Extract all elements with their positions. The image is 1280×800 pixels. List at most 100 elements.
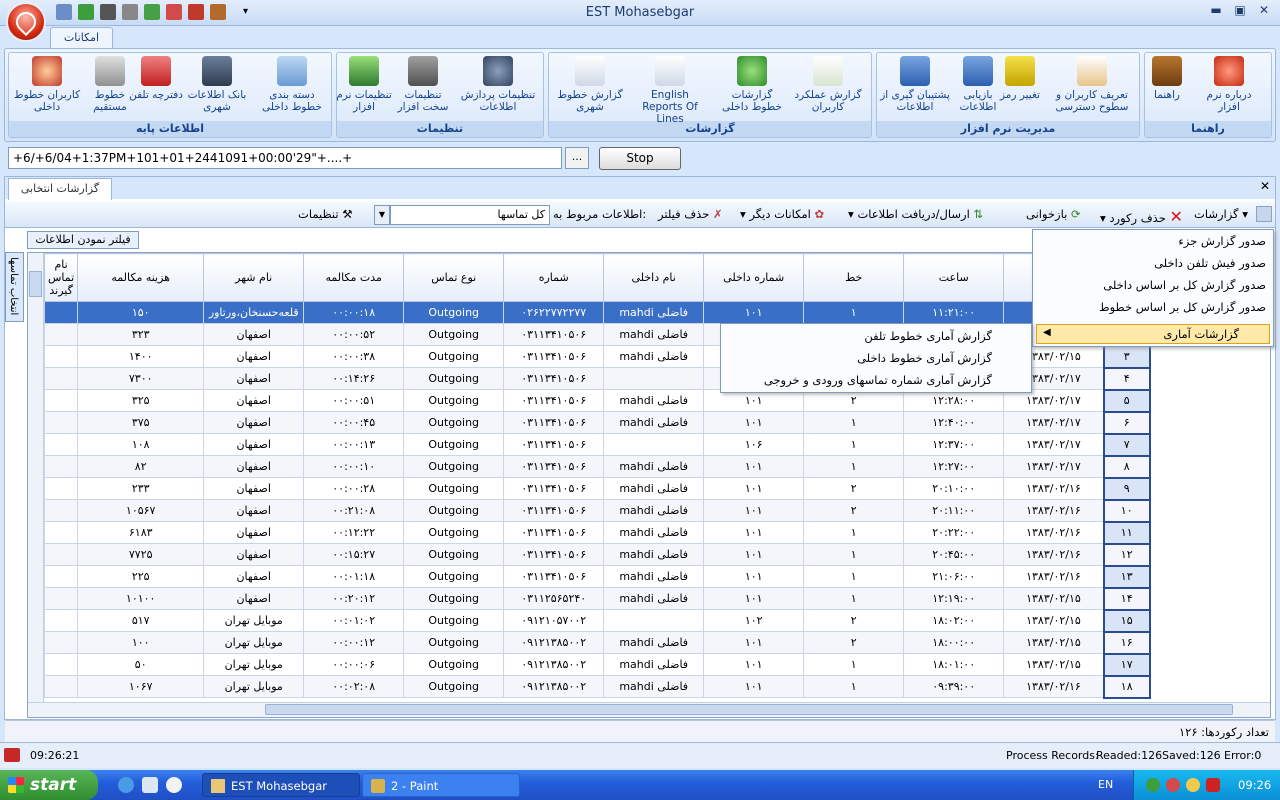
row-number[interactable]: ۱۳ xyxy=(1102,564,1151,589)
table-cell[interactable]: ۰۳۱۱۳۴۱۰۵۰۶ xyxy=(503,477,605,500)
tray-shield-icon[interactable] xyxy=(1206,778,1220,792)
table-cell[interactable]: Outgoing xyxy=(403,675,505,698)
column-header[interactable]: مدت مکالمه xyxy=(303,253,405,302)
table-cell[interactable]: ۱۲:۳۷:۰۰ xyxy=(903,433,1005,456)
column-header[interactable]: نام تماس گیرند xyxy=(43,253,79,302)
table-cell[interactable] xyxy=(43,609,79,632)
table-cell[interactable]: ۱ xyxy=(803,653,905,676)
table-cell[interactable]: Outgoing xyxy=(403,301,505,324)
more-features-button[interactable]: ▾ امکانات دیگر ✿ xyxy=(740,207,824,221)
row-number[interactable]: ۱۰ xyxy=(1102,498,1151,523)
table-cell[interactable]: ۰۰:۱۲:۲۲ xyxy=(303,521,405,544)
table-cell[interactable]: Outgoing xyxy=(403,411,505,434)
table-row[interactable]: ۱۷ ۱۳۸۳/۰۲/۱۵ ۱۸:۰۱:۰۰ ۱ ۱۰۱ mahdi فاضلی ۰۹۱۲۱… xyxy=(43,652,1151,677)
table-cell[interactable]: Outgoing xyxy=(403,565,505,588)
table-cell[interactable]: ۰۹۱۲۱۳۸۵۰۰۲ xyxy=(503,631,605,654)
table-cell[interactable]: ۰۲۶۲۲۷۷۲۲۷۷ xyxy=(503,301,605,324)
row-number[interactable]: ۷ xyxy=(1102,432,1151,457)
table-cell[interactable]: ۱۳۸۳/۰۲/۱۶ xyxy=(1003,675,1105,698)
table-cell[interactable] xyxy=(43,323,79,346)
column-header[interactable]: هزینه مکالمه xyxy=(77,253,205,302)
help-button[interactable]: راهنما xyxy=(1134,56,1200,120)
row-number[interactable]: ۱۲ xyxy=(1102,542,1151,567)
table-cell[interactable] xyxy=(43,301,79,324)
table-cell[interactable]: ۱۰۱ xyxy=(703,411,805,434)
table-cell[interactable]: ۰۳۱۱۳۴۱۰۵۰۶ xyxy=(503,543,605,566)
table-cell[interactable] xyxy=(603,433,705,456)
table-cell[interactable]: ۱ xyxy=(803,565,905,588)
table-cell[interactable]: ۱۳۸۳/۰۲/۱۶ xyxy=(1003,477,1105,500)
table-cell[interactable]: ۱۰۱ xyxy=(703,565,805,588)
table-cell[interactable]: ۰۳۱۱۲۵۶۵۲۴۰ xyxy=(503,587,605,610)
delete-record-button[interactable]: ▾ حذف رکورد ✕ xyxy=(1100,207,1183,226)
table-cell[interactable] xyxy=(43,477,79,500)
column-header[interactable]: نام شهر xyxy=(203,253,305,302)
table-cell[interactable]: ۱۰۱ xyxy=(703,587,805,610)
table-cell[interactable]: ۰۰:۰۰:۱۲ xyxy=(303,631,405,654)
table-cell[interactable]: ۱ xyxy=(803,675,905,698)
table-cell[interactable]: موبایل تهران xyxy=(203,609,305,632)
table-cell[interactable]: ۲ xyxy=(803,609,905,632)
row-number[interactable]: ۱۴ xyxy=(1102,586,1151,611)
table-cell[interactable]: ۰۰:۰۲:۰۸ xyxy=(303,675,405,698)
table-cell[interactable]: ۱۰۱ xyxy=(703,301,805,324)
table-cell[interactable]: موبایل تهران xyxy=(203,631,305,654)
table-cell[interactable]: ۱۰۱ xyxy=(703,521,805,544)
table-cell[interactable]: ۱ xyxy=(803,301,905,324)
table-cell[interactable]: ۱۳۸۳/۰۲/۱۶ xyxy=(1003,565,1105,588)
language-indicator[interactable]: EN xyxy=(1098,778,1113,791)
table-cell[interactable]: موبایل تهران xyxy=(203,675,305,698)
table-cell[interactable] xyxy=(603,367,705,390)
table-cell[interactable]: mahdi فاضلی xyxy=(603,389,705,412)
table-cell[interactable]: ۰۳۱۱۳۴۱۰۵۰۶ xyxy=(503,565,605,588)
table-row[interactable]: ۱۳ ۱۳۸۳/۰۲/۱۶ ۲۱:۰۶:۰۰ ۱ ۱۰۱ mahdi فاضلی ۰۳۱۱۳… xyxy=(43,564,1151,589)
table-cell[interactable]: ۱۸:۰۲:۰۰ xyxy=(903,609,1005,632)
table-cell[interactable]: ۱۳۸۳/۰۲/۱۶ xyxy=(1003,543,1105,566)
table-cell[interactable]: ۱۵۰ xyxy=(77,301,205,324)
table-cell[interactable]: ۲ xyxy=(803,631,905,654)
table-cell[interactable]: اصفهان xyxy=(203,565,305,588)
table-cell[interactable]: اصفهان xyxy=(203,477,305,500)
table-cell[interactable]: ۰۰:۰۰:۱۸ xyxy=(303,301,405,324)
qat-refresh-icon[interactable] xyxy=(78,4,94,20)
reload-button[interactable]: بازخوانی ⟳ xyxy=(1026,207,1081,221)
table-cell[interactable]: ۲۰:۴۵:۰۰ xyxy=(903,543,1005,566)
column-header[interactable]: نام داخلی xyxy=(603,253,705,302)
table-cell[interactable]: mahdi فاضلی xyxy=(603,345,705,368)
city-lines-report-button[interactable]: گزارش خطوط شهری xyxy=(554,56,626,120)
english-reports-button[interactable]: English Reports Of Lines xyxy=(630,56,710,125)
about-button[interactable]: درباره نرم افزار xyxy=(1196,56,1262,120)
table-cell[interactable] xyxy=(43,411,79,434)
table-cell[interactable]: ۰۳۱۱۳۴۱۰۵۰۶ xyxy=(503,345,605,368)
qat-settings-icon[interactable] xyxy=(100,4,116,20)
table-cell[interactable]: ۷۷۲۵ xyxy=(77,543,205,566)
table-cell[interactable] xyxy=(603,609,705,632)
app-menu-button[interactable] xyxy=(6,2,46,42)
related-to-combo[interactable]: کل تماسها xyxy=(390,205,550,225)
table-cell[interactable]: ۱ xyxy=(803,433,905,456)
column-header[interactable]: نوع تماس xyxy=(403,253,505,302)
row-number[interactable]: ۱۵ xyxy=(1102,608,1151,633)
table-cell[interactable]: ۱۰۰ xyxy=(77,631,205,654)
table-cell[interactable]: ۰۰:۰۰:۵۱ xyxy=(303,389,405,412)
table-cell[interactable]: ۱۰۶ xyxy=(703,433,805,456)
table-cell[interactable]: ۰۰:۰۰:۵۲ xyxy=(303,323,405,346)
table-cell[interactable]: ۱۲:۴۰:۰۰ xyxy=(903,411,1005,434)
horizontal-scroll-thumb[interactable] xyxy=(265,704,1233,715)
table-cell[interactable]: ۱۰۸ xyxy=(77,433,205,456)
row-number[interactable]: ۹ xyxy=(1102,476,1151,501)
media-player-icon[interactable] xyxy=(166,777,182,793)
table-cell[interactable]: اصفهان xyxy=(203,433,305,456)
table-cell[interactable]: اصفهان xyxy=(203,543,305,566)
table-cell[interactable]: Outgoing xyxy=(403,323,505,346)
hardware-settings-button[interactable]: تنظیمات سخت افزار xyxy=(390,56,456,120)
table-cell[interactable]: Outgoing xyxy=(403,543,505,566)
menu-item-statistical-reports[interactable]: ◀ گزارشات آماری xyxy=(1036,324,1270,344)
table-cell[interactable]: ۰۹۱۲۱۰۵۷۰۰۲ xyxy=(503,609,605,632)
table-cell[interactable]: mahdi فاضلی xyxy=(603,411,705,434)
table-row[interactable]: ۸ ۱۳۸۳/۰۲/۱۷ ۱۲:۲۷:۰۰ ۱ ۱۰۱ mahdi فاضلی ۰۳۱۱۳۴… xyxy=(43,454,1151,479)
table-cell[interactable]: ۱۰۱ xyxy=(703,631,805,654)
menu-item-internal-bill[interactable]: صدور فیش تلفن داخلی xyxy=(1040,256,1266,270)
qat-hardware-icon[interactable] xyxy=(144,4,160,20)
table-cell[interactable]: ۲ xyxy=(803,477,905,500)
